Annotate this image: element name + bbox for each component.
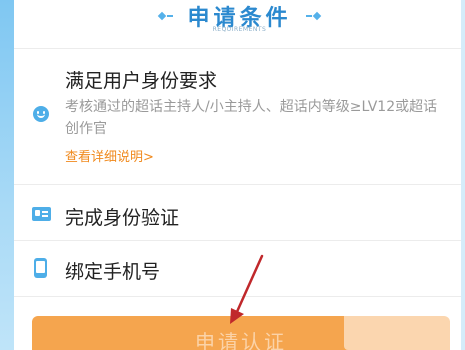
requirement-title: 完成身份验证	[65, 207, 180, 229]
annotation-arrow-icon	[230, 254, 264, 324]
divider	[14, 184, 465, 185]
watermark-overlay	[344, 312, 454, 350]
left-edge-stripe	[0, 0, 14, 350]
smiley-icon	[33, 106, 49, 122]
divider	[14, 240, 465, 241]
requirement-title: 绑定手机号	[65, 261, 161, 283]
section-header: 申请条件 REQUIREMENTS	[14, 0, 465, 48]
requirement-description: 考核通过的超话主持人/小主持人、超话内等级≥LV12或超话创作官	[65, 99, 438, 137]
right-edge-stripe	[461, 0, 465, 350]
view-details-link[interactable]: 查看详细说明>	[65, 146, 154, 165]
left-diamond-icon	[158, 11, 174, 21]
mobile-phone-icon	[34, 258, 47, 278]
divider	[14, 48, 465, 49]
requirement-title: 满足用户身份要求	[65, 70, 218, 92]
section-subtitle: REQUIREMENTS	[212, 26, 267, 33]
right-diamond-icon	[305, 11, 321, 21]
id-card-icon	[32, 207, 51, 221]
apply-button-label: 申请认证	[195, 330, 287, 350]
